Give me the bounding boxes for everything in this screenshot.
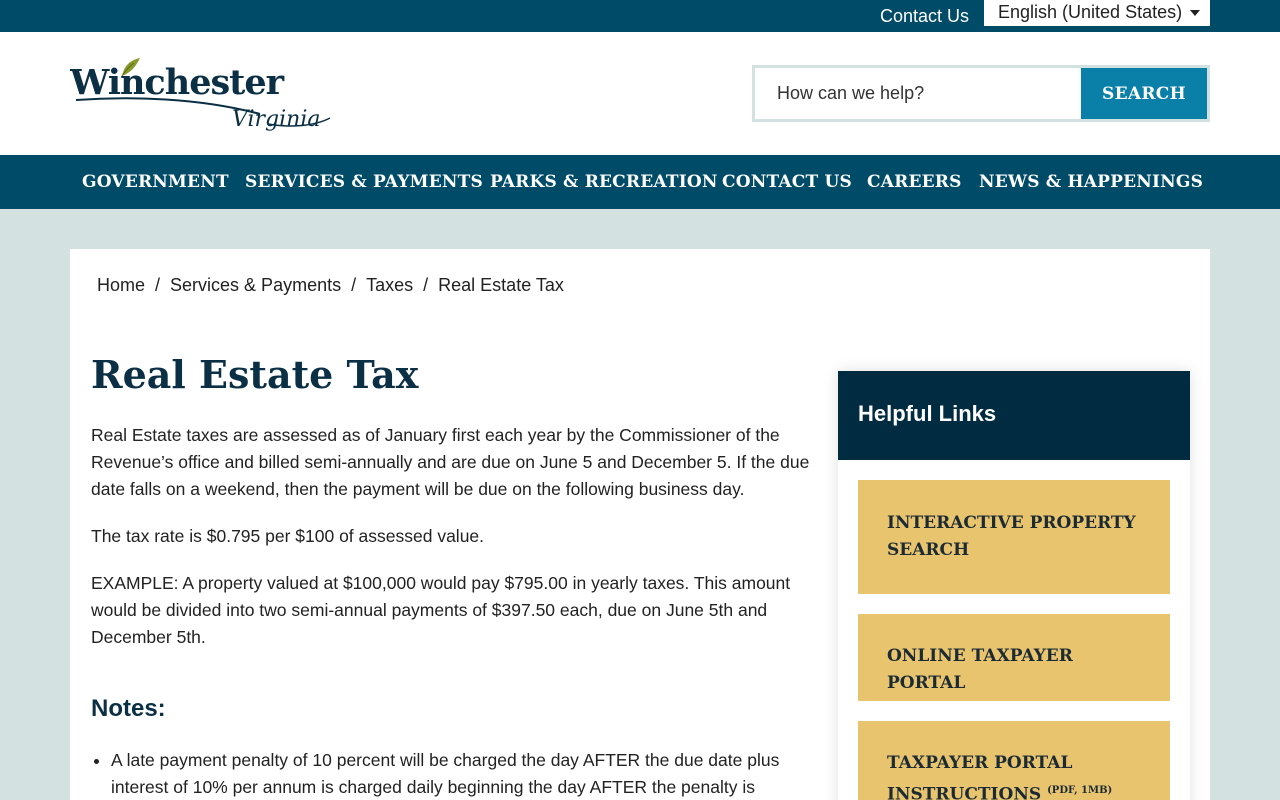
utility-bar: Contact Us English (United States) bbox=[0, 0, 1280, 32]
breadcrumb-separator: / bbox=[423, 275, 429, 295]
breadcrumb: Home / Services & Payments / Taxes / Real Esta… bbox=[97, 275, 564, 296]
interactive-property-search-link[interactable]: INTERACTIVE PROPERTY SEARCH bbox=[858, 480, 1170, 594]
breadcrumb-home[interactable]: Home bbox=[97, 275, 145, 296]
breadcrumb-current: Real Estate Tax bbox=[438, 275, 564, 295]
nav-item-news-happenings[interactable]: NEWS & HAPPENINGS bbox=[979, 172, 1203, 192]
logo-wordmark: Winchester bbox=[70, 62, 285, 103]
nav-item-government[interactable]: GOVERNMENT bbox=[82, 172, 229, 192]
city-logo[interactable]: Winchester Virginia bbox=[70, 56, 332, 132]
site-header: Winchester Virginia SEARCH bbox=[0, 32, 1280, 155]
link-label: ONLINE TAXPAYER PORTAL bbox=[887, 646, 1073, 693]
language-select[interactable]: English (United States) bbox=[984, 0, 1210, 26]
caret-down-icon bbox=[1190, 10, 1200, 16]
search-input[interactable] bbox=[755, 68, 1081, 119]
nav-item-parks-recreation[interactable]: PARKS & RECREATION bbox=[490, 172, 718, 192]
nav-item-contact-us[interactable]: CONTACT US bbox=[722, 172, 852, 192]
breadcrumb-separator: / bbox=[351, 275, 357, 295]
content-card: Home / Services & Payments / Taxes / Real Esta… bbox=[70, 249, 1210, 800]
intro-paragraph: Real Estate taxes are assessed as of Jan… bbox=[91, 425, 810, 499]
file-info: (PDF, 1MB) bbox=[1047, 785, 1113, 796]
breadcrumb-taxes[interactable]: Taxes bbox=[366, 275, 413, 296]
logo-script: Virginia bbox=[232, 107, 321, 132]
link-label: INTERACTIVE PROPERTY SEARCH bbox=[887, 513, 1136, 560]
search-box: SEARCH bbox=[752, 65, 1210, 122]
helpful-links-heading: Helpful Links bbox=[838, 371, 1190, 460]
taxpayer-portal-instructions-link[interactable]: TAXPAYER PORTAL INSTRUCTIONS (PDF, 1MB) bbox=[858, 721, 1170, 800]
language-select-value: English (United States) bbox=[998, 2, 1183, 22]
nav-item-careers[interactable]: CAREERS bbox=[867, 172, 962, 192]
main-nav: GOVERNMENT SERVICES & PAYMENTS PARKS & R… bbox=[0, 155, 1280, 209]
tax-rate-paragraph: The tax rate is $0.795 per $100 of asses… bbox=[91, 526, 485, 546]
utility-contact-link[interactable]: Contact Us bbox=[880, 6, 969, 27]
search-button[interactable]: SEARCH bbox=[1081, 68, 1207, 119]
list-item: A late payment penalty of 10 percent wil… bbox=[111, 747, 811, 800]
breadcrumb-services-payments[interactable]: Services & Payments bbox=[170, 275, 341, 296]
notes-heading: Notes: bbox=[91, 695, 166, 722]
page-title: Real Estate Tax bbox=[91, 352, 419, 397]
notes-list: A late payment penalty of 10 percent wil… bbox=[111, 747, 811, 800]
link-label: TAXPAYER PORTAL INSTRUCTIONS bbox=[887, 753, 1073, 800]
online-taxpayer-portal-link[interactable]: ONLINE TAXPAYER PORTAL bbox=[858, 614, 1170, 701]
example-paragraph: EXAMPLE: A property valued at $100,000 w… bbox=[91, 573, 791, 647]
nav-item-services-payments[interactable]: SERVICES & PAYMENTS bbox=[245, 172, 483, 192]
breadcrumb-separator: / bbox=[155, 275, 161, 295]
helpful-links-panel: Helpful Links INTERACTIVE PROPERTY SEARC… bbox=[838, 371, 1190, 800]
